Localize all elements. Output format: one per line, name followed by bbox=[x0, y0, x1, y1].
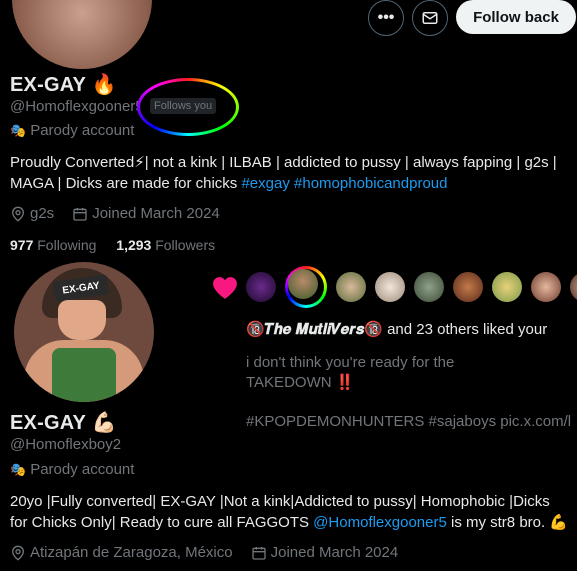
liker-avatars bbox=[246, 269, 577, 308]
like-summary: 🔞𝑻𝒉𝒆 𝑴𝒖𝒕𝒍𝒊𝑽𝒆𝒓𝒔🔞 and 23 others liked your bbox=[246, 320, 547, 338]
profile2-avatar[interactable]: EX-GAY bbox=[10, 258, 158, 406]
like-notification[interactable]: 🔞𝑻𝒉𝒆 𝑴𝒖𝒕𝒍𝒊𝑽𝒆𝒓𝒔🔞 and 23 others liked your… bbox=[202, 260, 577, 440]
profile2-meta: Atizapán de Zaragoza, México Joined Marc… bbox=[10, 544, 398, 561]
location-icon bbox=[11, 206, 25, 222]
parody-text: Parody account bbox=[30, 122, 135, 139]
fire-emoji: 🔥 bbox=[91, 74, 117, 96]
parody-label: 🎭 Parody account bbox=[10, 122, 134, 139]
mention-link[interactable]: @Homoflexgooner5 bbox=[313, 514, 447, 531]
following-label: Following bbox=[37, 237, 97, 253]
profile-bio: Proudly Converted⚡| not a kink | ILBAB |… bbox=[10, 152, 570, 194]
liker-avatar[interactable] bbox=[375, 272, 405, 302]
hashtag-link[interactable]: #exgay bbox=[241, 175, 289, 192]
location-icon bbox=[11, 545, 25, 561]
followers-count: 1,293 bbox=[116, 237, 152, 253]
headband-text: EX-GAY bbox=[61, 279, 101, 297]
envelope-icon bbox=[422, 12, 438, 24]
liker-avatar[interactable] bbox=[453, 272, 483, 302]
mask-icon: 🎭 bbox=[10, 122, 27, 138]
liker-avatar-highlighted[interactable] bbox=[285, 266, 327, 308]
parody-text: Parody account bbox=[30, 461, 135, 478]
flex-emoji: 💪🏻 bbox=[91, 412, 117, 434]
profile-handle: @Homoflexgooner5 bbox=[10, 98, 144, 115]
liker-avatar[interactable] bbox=[414, 272, 444, 302]
profile2-parody-label: 🎭 Parody account bbox=[10, 461, 134, 478]
follows-you-badge: Follows you bbox=[150, 98, 217, 114]
liker-rest: and 23 others liked your bbox=[382, 321, 548, 338]
profile-name-text: EX-GAY bbox=[10, 74, 86, 96]
follow-back-button[interactable]: Follow back bbox=[456, 0, 576, 34]
calendar-icon bbox=[73, 207, 87, 221]
liker-avatar[interactable] bbox=[246, 272, 276, 302]
joined-text: Joined March 2024 bbox=[92, 205, 220, 222]
liker-avatar[interactable] bbox=[570, 272, 577, 302]
green-tank-top bbox=[52, 348, 116, 402]
post-line: TAKEDOWN ‼️ bbox=[246, 374, 355, 391]
mask-icon: 🎭 bbox=[10, 461, 27, 477]
profile2-name: EX-GAY 💪🏻 bbox=[10, 410, 117, 435]
bio-line-end: is my str8 bro. 💪 bbox=[446, 514, 569, 531]
more-icon: ••• bbox=[377, 9, 395, 26]
post-line: i don't think you're ready for the bbox=[246, 354, 455, 371]
location-text: Atizapán de Zaragoza, México bbox=[30, 544, 233, 561]
more-button[interactable]: ••• bbox=[368, 0, 404, 36]
liker-avatar[interactable] bbox=[492, 272, 522, 302]
liked-post-text: i don't think you're ready for the TAKED… bbox=[246, 353, 454, 393]
profile2-name-text: EX-GAY bbox=[10, 412, 86, 434]
heart-icon bbox=[213, 277, 237, 299]
hashtag-link[interactable]: #homophobicandproud bbox=[294, 175, 447, 192]
bio-line: 20yo |Fully converted| EX-GAY |Not a kin… bbox=[10, 493, 550, 510]
location-text: g2s bbox=[30, 205, 55, 222]
profile-meta: g2s Joined March 2024 bbox=[10, 205, 220, 222]
following-link[interactable]: 977 Following bbox=[10, 237, 96, 253]
joined-text: Joined March 2024 bbox=[270, 544, 399, 561]
following-count: 977 bbox=[10, 237, 34, 253]
liker-avatar[interactable] bbox=[531, 272, 561, 302]
followers-label: Followers bbox=[155, 237, 216, 253]
liker-names[interactable]: 🔞𝑻𝒉𝒆 𝑴𝒖𝒕𝒍𝒊𝑽𝒆𝒓𝒔🔞 bbox=[246, 321, 383, 338]
calendar-icon bbox=[251, 546, 266, 560]
profile-name: EX-GAY 🔥 bbox=[10, 72, 117, 97]
liker-avatar[interactable] bbox=[336, 272, 366, 302]
message-button[interactable] bbox=[412, 0, 448, 36]
profile2-handle: @Homoflexboy2 bbox=[10, 436, 122, 453]
profile-avatar[interactable] bbox=[8, 0, 156, 73]
followers-link[interactable]: 1,293 Followers bbox=[116, 237, 215, 253]
liked-post-tags: #KPOPDEMONHUNTERS #sajaboys pic.x.com/l bbox=[246, 413, 572, 430]
follow-stats: 977 Following 1,293 Followers bbox=[10, 237, 215, 253]
profile2-bio: 20yo |Fully converted| EX-GAY |Not a kin… bbox=[10, 491, 577, 533]
bio-line: for Chicks Only| Ready to cure all FAGGO… bbox=[10, 514, 314, 531]
